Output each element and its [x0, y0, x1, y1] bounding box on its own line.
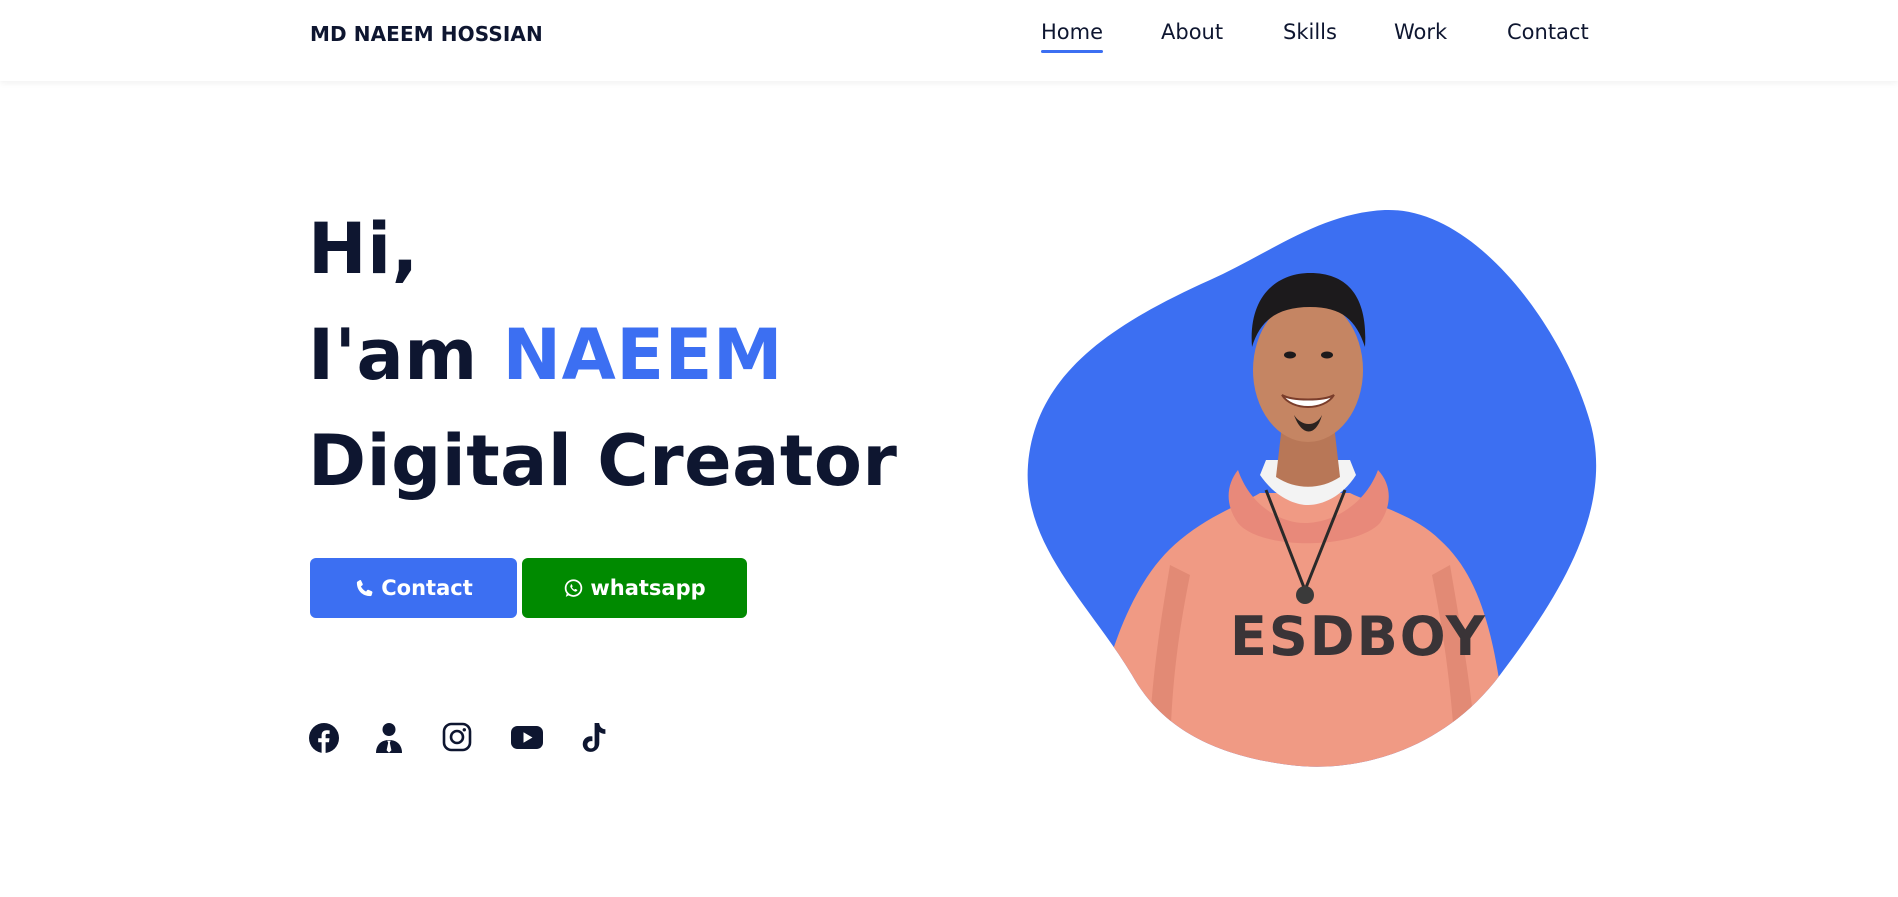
- nav-home[interactable]: Home: [1041, 20, 1104, 58]
- profile-link[interactable]: [375, 722, 409, 756]
- nav-contact[interactable]: Contact: [1507, 20, 1589, 58]
- tiktok-link[interactable]: [580, 722, 614, 756]
- phone-icon: [357, 579, 373, 596]
- portrait-photo: ESDBOY: [1027, 209, 1597, 767]
- youtube-link[interactable]: [510, 722, 544, 756]
- facebook-link[interactable]: [308, 722, 342, 756]
- contact-button-label: Contact: [381, 576, 473, 600]
- site-header: MD NAEEM HOSSIAN Home About Skills Work …: [0, 0, 1898, 81]
- youtube-icon: [511, 726, 543, 749]
- instagram-link[interactable]: [442, 722, 476, 756]
- svg-text:ESDBOY: ESDBOY: [1230, 605, 1487, 668]
- hero-name: NAEEM: [502, 314, 784, 396]
- social-links: [0, 722, 700, 758]
- whatsapp-button[interactable]: whatsapp: [522, 558, 747, 618]
- hero-role: Digital Creator: [308, 420, 898, 502]
- hero-intro-prefix: I'am: [308, 314, 503, 396]
- main-nav: Home About Skills Work Contact: [0, 20, 1898, 70]
- nav-about[interactable]: About: [1161, 20, 1223, 58]
- instagram-icon: [442, 722, 472, 752]
- nav-skills[interactable]: Skills: [1283, 20, 1337, 58]
- whatsapp-icon: [565, 578, 583, 597]
- hero-title: Hi, I'am NAEEM Digital Creator: [308, 196, 897, 514]
- whatsapp-button-label: whatsapp: [590, 576, 706, 600]
- hero-intro: I'am NAEEM: [308, 302, 897, 408]
- facebook-icon: [309, 723, 339, 753]
- user-icon: [376, 723, 402, 753]
- hero-greeting: Hi,: [308, 208, 419, 290]
- tiktok-icon: [582, 723, 606, 752]
- nav-work[interactable]: Work: [1394, 20, 1447, 58]
- contact-button[interactable]: Contact: [310, 558, 517, 618]
